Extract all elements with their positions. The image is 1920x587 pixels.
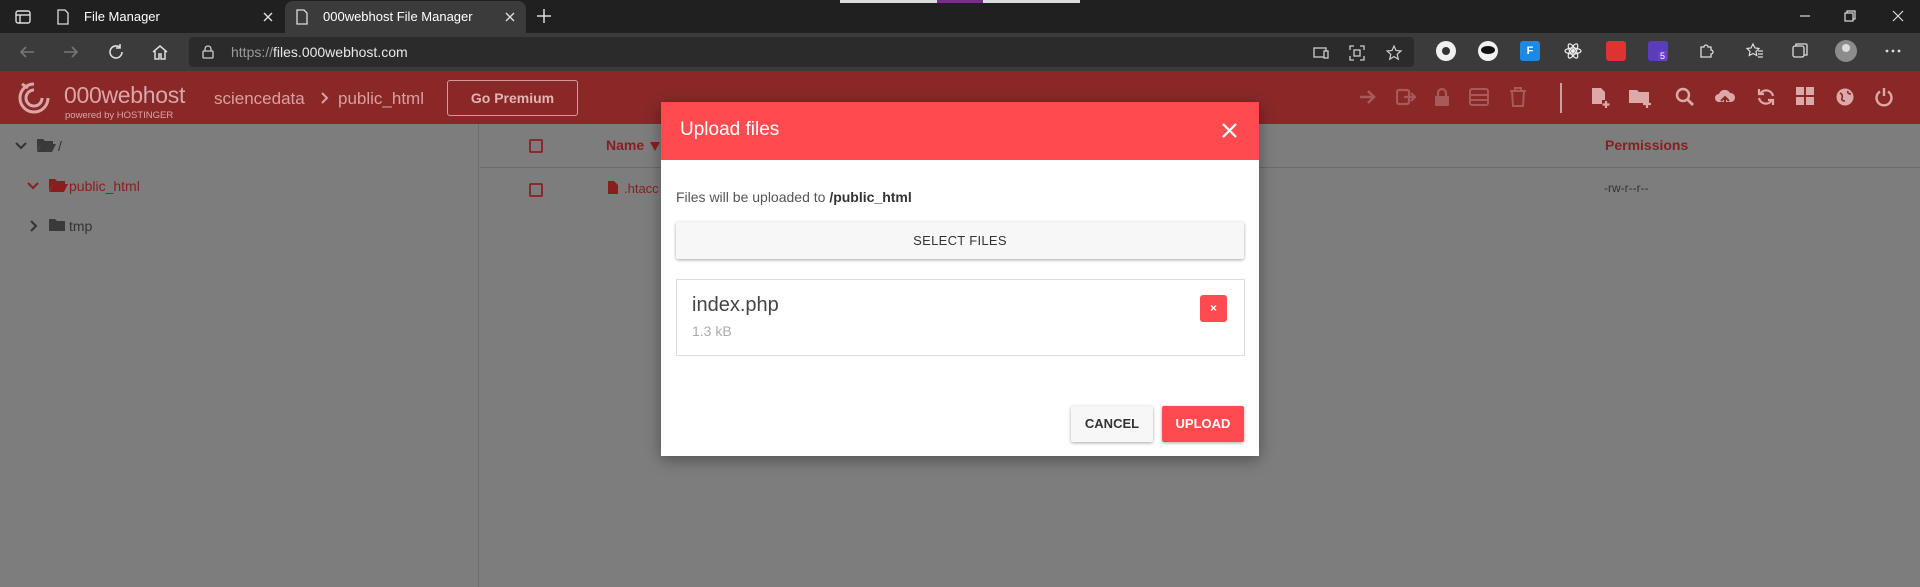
home-icon[interactable]: [151, 43, 169, 61]
new-file-icon[interactable]: [1590, 87, 1610, 109]
extension-red-icon[interactable]: [1606, 41, 1626, 61]
chevron-down-icon[interactable]: [27, 181, 39, 191]
tree-item-public-html[interactable]: public_html: [69, 178, 140, 194]
sort-desc-icon[interactable]: [650, 142, 660, 151]
lock-icon[interactable]: [202, 45, 214, 59]
back-icon[interactable]: [18, 43, 36, 61]
permissions-lock-icon[interactable]: [1433, 87, 1451, 107]
extension-translate-icon[interactable]: F: [1520, 41, 1540, 61]
more-menu-icon[interactable]: [1883, 41, 1903, 61]
cancel-button[interactable]: CANCEL: [1071, 406, 1153, 442]
tab-title: 000webhost File Manager: [323, 9, 473, 24]
breadcrumb-sciencedata[interactable]: sciencedata: [214, 89, 305, 109]
power-icon[interactable]: [1874, 87, 1894, 107]
refresh-icon[interactable]: [107, 43, 125, 61]
browser-toolbar: https://files.000webhost.com F 5: [0, 33, 1920, 71]
brand-name: 000webhost: [64, 82, 186, 108]
folder-tree: / public_html tmp: [0, 124, 479, 587]
forward-icon[interactable]: [62, 43, 80, 61]
select-all-checkbox[interactable]: [529, 139, 543, 153]
breadcrumb-public-html[interactable]: public_html: [338, 89, 424, 109]
new-folder-icon[interactable]: [1628, 87, 1652, 109]
file-icon: [608, 181, 618, 194]
brand-logo[interactable]: 000webhost powered by HOSTINGER: [14, 80, 185, 121]
trash-icon[interactable]: [1509, 87, 1527, 107]
window-drag-region-accent: [937, 0, 983, 3]
folder-icon: [49, 219, 65, 231]
folder-open-icon: [49, 179, 68, 192]
browser-tab-file-manager[interactable]: File Manager: [46, 1, 284, 33]
upload-destination: Files will be uploaded to /public_html: [676, 189, 912, 205]
add-favorite-icon[interactable]: [1386, 45, 1404, 61]
address-bar[interactable]: https://files.000webhost.com: [189, 37, 1414, 67]
page-icon: [57, 9, 69, 25]
tab-title: File Manager: [84, 9, 160, 24]
chevron-down-icon[interactable]: [15, 141, 27, 151]
browser-tab-000webhost[interactable]: 000webhost File Manager: [285, 1, 526, 33]
extensions-puzzle-icon[interactable]: [1697, 41, 1717, 61]
refresh-icon[interactable]: [1756, 87, 1776, 107]
queued-file: index.php 1.3 kB ×: [676, 279, 1245, 356]
file-name[interactable]: .htacc: [624, 181, 659, 196]
logo-swirl-icon: [18, 82, 50, 114]
file-permissions: -rw-r--r--: [1604, 181, 1649, 195]
upload-dialog: Upload files Files will be uploaded to /…: [661, 102, 1259, 456]
close-window-icon[interactable]: [1891, 9, 1905, 23]
queued-file-size: 1.3 kB: [692, 323, 732, 339]
folder-open-icon: [37, 139, 56, 152]
tab-actions-icon[interactable]: [15, 9, 31, 25]
app-available-icon[interactable]: [1312, 45, 1330, 61]
archive-icon[interactable]: [1469, 87, 1489, 107]
chevron-right-icon: [321, 92, 329, 104]
move-icon[interactable]: [1358, 87, 1378, 107]
tree-item-root[interactable]: /: [58, 138, 62, 154]
extension-badge-icon[interactable]: 5: [1648, 41, 1668, 61]
chevron-right-icon[interactable]: [29, 220, 39, 232]
close-tab-icon[interactable]: [504, 11, 516, 23]
restore-icon[interactable]: [1843, 9, 1857, 23]
upload-button[interactable]: UPLOAD: [1162, 406, 1244, 442]
dialog-header: Upload files: [661, 102, 1259, 160]
page-icon: [296, 9, 308, 25]
close-tab-icon[interactable]: [262, 11, 274, 23]
url-text: https://files.000webhost.com: [231, 44, 408, 60]
tree-item-tmp[interactable]: tmp: [69, 218, 92, 234]
collections-icon[interactable]: [1790, 41, 1810, 61]
grid-view-icon[interactable]: [1796, 87, 1814, 105]
destination-label: Files will be uploaded to: [676, 189, 830, 205]
minimize-icon[interactable]: [1798, 9, 1812, 23]
toolbar-divider: [1560, 83, 1562, 113]
select-files-button[interactable]: SELECT FILES: [676, 222, 1244, 259]
dialog-title: Upload files: [680, 119, 780, 140]
browser-tab-bar: File Manager 000webhost File Manager: [0, 0, 1920, 33]
upload-cloud-icon[interactable]: [1714, 87, 1736, 107]
extension-eye-icon[interactable]: [1478, 41, 1498, 61]
destination-path: /public_html: [829, 189, 912, 205]
brand-subtitle: powered by HOSTINGER: [65, 110, 174, 121]
go-premium-button[interactable]: Go Premium: [447, 80, 578, 116]
new-tab-icon[interactable]: [535, 7, 553, 25]
rename-icon[interactable]: [1396, 87, 1416, 107]
extension-circle-icon[interactable]: [1436, 41, 1456, 61]
qr-code-icon[interactable]: [1349, 45, 1365, 61]
globe-icon[interactable]: [1835, 87, 1855, 107]
column-name[interactable]: Name: [606, 137, 644, 153]
queued-file-name: index.php: [692, 294, 779, 316]
favorites-icon[interactable]: [1745, 41, 1765, 61]
remove-file-button[interactable]: ×: [1200, 295, 1227, 322]
search-icon[interactable]: [1675, 87, 1695, 107]
profile-avatar[interactable]: [1835, 40, 1857, 62]
close-icon[interactable]: [1221, 122, 1238, 139]
row-checkbox[interactable]: [529, 183, 543, 197]
column-permissions[interactable]: Permissions: [1605, 137, 1688, 153]
react-devtools-icon[interactable]: [1563, 41, 1583, 61]
